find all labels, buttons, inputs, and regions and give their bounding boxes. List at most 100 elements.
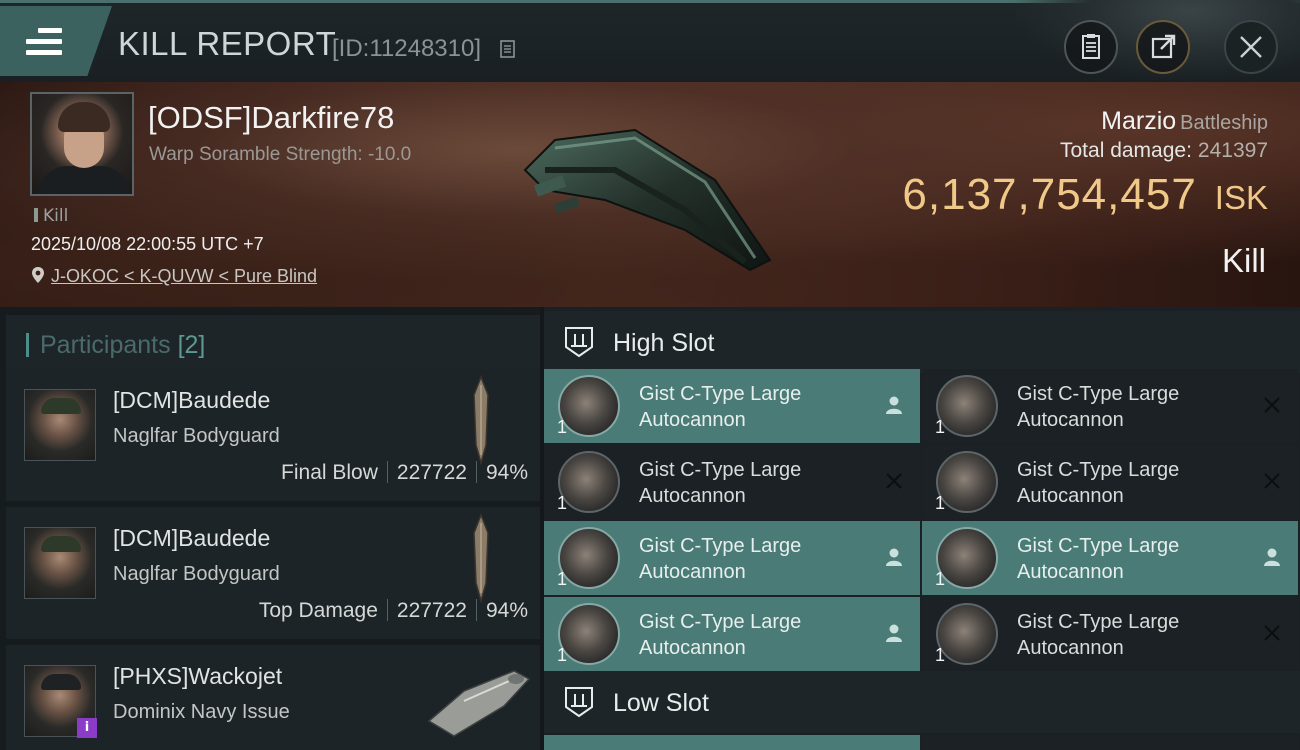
isk-value: 6,137,754,457 ISK bbox=[902, 170, 1268, 220]
warp-scramble-strength: Warp Soramble Strength: -10.0 bbox=[149, 144, 412, 165]
ship-class: Battleship bbox=[1180, 112, 1268, 134]
pilot-dropped-icon bbox=[882, 545, 906, 569]
info-badge: i bbox=[77, 718, 97, 738]
module-quantity: 1 bbox=[935, 417, 946, 437]
avatar bbox=[24, 527, 96, 599]
participant-row[interactable]: [DCM]Baudede Naglfar Bodyguard Top Damag… bbox=[6, 507, 540, 639]
victim-portrait[interactable] bbox=[30, 92, 134, 196]
location-link[interactable]: J-OKOC < K-QUVW < Pure Blind bbox=[51, 266, 317, 286]
module-name: Gist C-Type Large Autocannon bbox=[639, 459, 802, 507]
victim-banner: [ODSF]Darkfire78 Warp Soramble Strength:… bbox=[0, 82, 1300, 307]
kill-datetime: 2025/10/08 22:00:55 UTC +7 bbox=[31, 234, 264, 254]
module-slot[interactable] bbox=[922, 735, 1298, 750]
module-quantity: 1 bbox=[557, 645, 568, 665]
avatar: i bbox=[24, 665, 97, 738]
pilot-dropped-icon bbox=[1260, 545, 1284, 569]
participant-percent: 94% bbox=[485, 599, 528, 622]
autocannon-icon bbox=[558, 451, 620, 513]
participants-panel[interactable]: Participants [2] [DCM]Baudede Naglfar Bo… bbox=[0, 307, 540, 750]
participant-percent: 94% bbox=[485, 461, 528, 484]
total-damage-value: 241397 bbox=[1197, 139, 1268, 162]
clipboard-icon bbox=[1082, 34, 1100, 59]
module-quantity: 1 bbox=[557, 569, 568, 589]
module-slot[interactable] bbox=[544, 735, 920, 750]
close-icon bbox=[1240, 36, 1262, 58]
avatar bbox=[24, 389, 96, 461]
participant-name: [DCM]Baudede bbox=[113, 525, 271, 551]
participant-name: [DCM]Baudede bbox=[113, 387, 271, 413]
module-quantity: 1 bbox=[557, 417, 568, 437]
menu-button[interactable] bbox=[0, 6, 112, 76]
total-damage: Total damage: 241397 bbox=[1060, 139, 1268, 163]
participant-ship-image bbox=[473, 375, 489, 465]
participant-damage: 227722 bbox=[396, 461, 467, 484]
page-title: KILL REPORT bbox=[118, 25, 337, 62]
module-name: Gist C-Type Large Autocannon bbox=[639, 535, 802, 583]
report-result: Kill bbox=[1221, 242, 1266, 279]
autocannon-icon bbox=[936, 603, 998, 665]
participant-role: Final Blow bbox=[281, 461, 378, 484]
kill-tag: Kill bbox=[34, 206, 68, 226]
victim-name[interactable]: [ODSF]Darkfire78 bbox=[148, 100, 394, 136]
module-slot[interactable]: 1 Gist C-Type Large Autocannon bbox=[544, 445, 920, 519]
share-icon bbox=[1151, 34, 1176, 59]
share-button[interactable] bbox=[1136, 20, 1190, 74]
participant-ship: Naglfar Bodyguard bbox=[113, 563, 280, 585]
top-bar: KILL REPORT [ID:11248310] bbox=[0, 0, 1300, 83]
fitting-panel[interactable]: High Slot 1 Gist C-Type Large Autocannon … bbox=[544, 307, 1300, 750]
destroyed-x-icon bbox=[1260, 393, 1284, 417]
participant-stats: Top Damage 227722 94% bbox=[259, 599, 528, 623]
pilot-dropped-icon bbox=[882, 393, 906, 417]
module-quantity: 1 bbox=[935, 569, 946, 589]
module-name: Gist C-Type Large Autocannon bbox=[639, 383, 802, 431]
participant-damage: 227722 bbox=[396, 599, 467, 622]
module-name: Gist C-Type Large Autocannon bbox=[1017, 535, 1180, 583]
autocannon-icon bbox=[558, 375, 620, 437]
participant-ship-image bbox=[427, 670, 531, 737]
victim-ship-image bbox=[523, 128, 772, 272]
module-slot[interactable]: 1 Gist C-Type Large Autocannon bbox=[544, 369, 920, 443]
module-slot[interactable]: 1 Gist C-Type Large Autocannon bbox=[544, 597, 920, 671]
participants-label: Participants bbox=[40, 331, 171, 359]
isk-unit: ISK bbox=[1214, 179, 1268, 216]
module-slot[interactable]: 1 Gist C-Type Large Autocannon bbox=[922, 369, 1298, 443]
module-slot[interactable]: 1 Gist C-Type Large Autocannon bbox=[922, 445, 1298, 519]
isk-amount: 6,137,754,457 bbox=[902, 170, 1197, 219]
participant-ship-image bbox=[473, 513, 489, 603]
participants-header: Participants [2] bbox=[6, 315, 540, 373]
participant-name: [PHXS]Wackojet bbox=[113, 663, 283, 689]
module-slot[interactable]: 1 Gist C-Type Large Autocannon bbox=[922, 521, 1298, 595]
close-button[interactable] bbox=[1224, 20, 1278, 74]
high-slot-header: High Slot bbox=[544, 311, 1300, 373]
total-damage-label: Total damage: bbox=[1060, 139, 1192, 162]
victim-ship[interactable]: Marzio Battleship bbox=[1101, 107, 1268, 136]
participant-ship: Dominix Navy Issue bbox=[113, 701, 290, 723]
module-quantity: 1 bbox=[935, 493, 946, 513]
autocannon-icon bbox=[936, 451, 998, 513]
participant-row[interactable]: [DCM]Baudede Naglfar Bodyguard Final Blo… bbox=[6, 369, 540, 501]
ship-name: Marzio bbox=[1101, 107, 1177, 135]
report-id: [ID:11248310] bbox=[332, 35, 482, 62]
low-slot-icon bbox=[565, 687, 593, 718]
copy-icon[interactable] bbox=[498, 39, 518, 59]
module-name: Gist C-Type Large Autocannon bbox=[1017, 459, 1180, 507]
clipboard-button[interactable] bbox=[1064, 20, 1118, 74]
high-slot-label: High Slot bbox=[613, 329, 715, 357]
destroyed-x-icon bbox=[1260, 621, 1284, 645]
participant-role: Top Damage bbox=[258, 599, 378, 622]
module-slot[interactable]: 1 Gist C-Type Large Autocannon bbox=[922, 597, 1298, 671]
destroyed-x-icon bbox=[882, 469, 906, 493]
autocannon-icon bbox=[558, 527, 620, 589]
autocannon-icon bbox=[936, 375, 998, 437]
kill-location[interactable]: J-OKOC < K-QUVW < Pure Blind bbox=[31, 266, 317, 287]
module-quantity: 1 bbox=[557, 493, 568, 513]
low-slot-header: Low Slot bbox=[544, 671, 1300, 733]
participant-row[interactable]: i [PHXS]Wackojet Dominix Navy Issue bbox=[6, 645, 540, 750]
low-slot-label: Low Slot bbox=[613, 689, 709, 717]
module-name: Gist C-Type Large Autocannon bbox=[1017, 383, 1180, 431]
participant-stats: Final Blow 227722 94% bbox=[281, 461, 528, 485]
module-name: Gist C-Type Large Autocannon bbox=[639, 611, 802, 659]
module-slot[interactable]: 1 Gist C-Type Large Autocannon bbox=[544, 521, 920, 595]
autocannon-icon bbox=[558, 603, 620, 665]
participants-count: [2] bbox=[177, 331, 206, 359]
